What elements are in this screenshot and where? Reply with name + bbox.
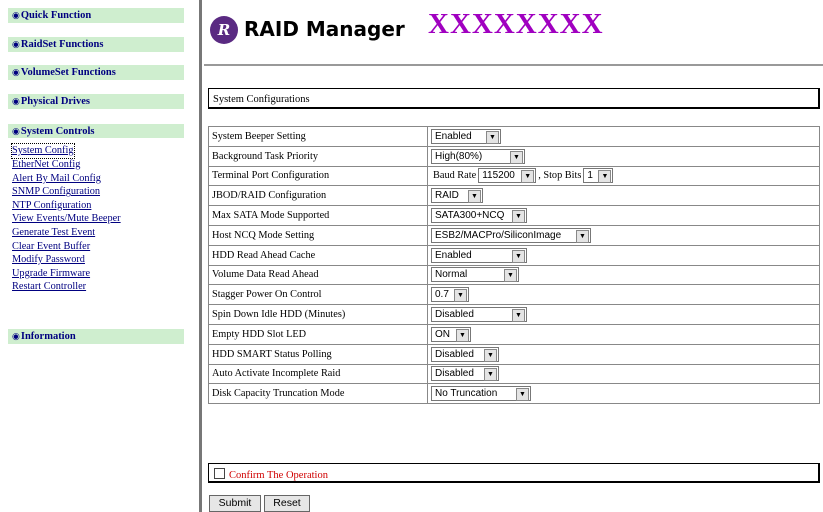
chevron-down-icon: ▼: [504, 269, 517, 283]
menu-system-controls[interactable]: ◉System Controls: [8, 124, 184, 138]
chevron-down-icon: ▼: [454, 289, 467, 303]
menu-label: RaidSet Functions: [20, 39, 104, 50]
setting-label: HDD SMART Status Polling: [208, 343, 428, 365]
stagger-power-select[interactable]: 0.7 ▼: [431, 287, 469, 303]
frame-divider[interactable]: [199, 0, 202, 512]
setting-label: System Beeper Setting: [208, 126, 428, 147]
chevron-down-icon: ▼: [512, 210, 525, 224]
setting-label: Empty HDD Slot LED: [208, 323, 428, 345]
chevron-down-icon: ▼: [486, 130, 499, 144]
link-clear-event-buffer[interactable]: Clear Event Buffer: [12, 240, 192, 254]
table-row: Host NCQ Mode Setting ESB2/MACPro/Silico…: [208, 224, 820, 246]
read-ahead-cache-select[interactable]: Enabled ▼: [431, 247, 527, 263]
link-alert-by-mail-config[interactable]: Alert By Mail Config: [12, 172, 192, 186]
baud-rate-label: Baud Rate: [433, 170, 477, 182]
setting-label: Volume Data Read Ahead: [208, 264, 428, 286]
table-row: JBOD/RAID Configuration RAID ▼: [208, 185, 820, 207]
table-row: Disk Capacity Truncation Mode No Truncat…: [208, 383, 820, 405]
baud-rate-select[interactable]: 115200 ▼: [478, 168, 537, 184]
table-row: Auto Activate Incomplete Raid Disabled ▼: [208, 363, 820, 385]
setting-label: Max SATA Mode Supported: [208, 205, 428, 226]
table-row: Terminal Port Configuration Baud Rate 115…: [208, 165, 820, 187]
table-row: Background Task Priority High(80%) ▼: [208, 145, 820, 167]
setting-label: JBOD/RAID Configuration: [208, 185, 428, 207]
setting-label: Disk Capacity Truncation Mode: [208, 383, 428, 405]
menu-label: System Controls: [20, 126, 95, 137]
sata-mode-select[interactable]: SATA300+NCQ ▼: [431, 208, 527, 224]
model-name: XXXXXXXX: [428, 8, 604, 40]
beeper-select[interactable]: Enabled ▼: [431, 128, 501, 144]
truncation-mode-select[interactable]: No Truncation ▼: [431, 386, 531, 402]
section-title: System Configurations: [208, 88, 820, 109]
link-ethernet-config[interactable]: EtherNet Config: [12, 158, 192, 172]
chevron-down-icon: ▼: [484, 348, 497, 362]
chevron-down-icon: ▼: [521, 170, 535, 184]
confirm-label: Confirm The Operation: [229, 470, 328, 481]
link-ntp-configuration[interactable]: NTP Configuration: [12, 199, 192, 213]
table-row: Volume Data Read Ahead Normal ▼: [208, 264, 820, 286]
menu-volumeset-functions[interactable]: ◉VolumeSet Functions: [8, 65, 184, 80]
smart-polling-select[interactable]: Disabled ▼: [431, 346, 499, 362]
table-row: HDD Read Ahead Cache Enabled ▼: [208, 244, 820, 266]
table-row: Spin Down Idle HDD (Minutes) Disabled ▼: [208, 304, 820, 325]
chevron-down-icon: ▼: [576, 229, 589, 243]
sidebar: ◉Quick Function ◉RaidSet Functions ◉Volu…: [0, 0, 199, 512]
setting-label: HDD Read Ahead Cache: [208, 244, 428, 266]
header-divider: [204, 64, 823, 66]
chevron-down-icon: ▼: [456, 328, 469, 342]
chevron-down-icon: ▼: [516, 388, 529, 402]
link-system-config[interactable]: System Config: [11, 143, 75, 159]
link-generate-test-event[interactable]: Generate Test Event: [12, 226, 192, 240]
table-row: Stagger Power On Control 0.7 ▼: [208, 284, 820, 306]
link-modify-password[interactable]: Modify Password: [12, 253, 192, 267]
setting-label: Background Task Priority: [208, 145, 428, 167]
jbod-raid-select[interactable]: RAID ▼: [431, 188, 483, 204]
system-config-table: System Beeper Setting Enabled ▼ Backgroun…: [208, 126, 820, 405]
link-upgrade-firmware[interactable]: Upgrade Firmware: [12, 267, 192, 281]
menu-physical-drives[interactable]: ◉Physical Drives: [8, 94, 184, 109]
menu-raidset-functions[interactable]: ◉RaidSet Functions: [8, 37, 184, 52]
setting-label: Terminal Port Configuration: [208, 165, 428, 187]
submit-button[interactable]: Submit: [209, 495, 261, 512]
chevron-down-icon: ▼: [512, 249, 525, 263]
chevron-down-icon: ▼: [510, 150, 523, 164]
setting-label: Host NCQ Mode Setting: [208, 224, 428, 246]
link-snmp-configuration[interactable]: SNMP Configuration: [12, 185, 192, 199]
auto-activate-select[interactable]: Disabled ▼: [431, 366, 499, 382]
confirm-row: Confirm The Operation: [208, 463, 820, 483]
slot-led-select[interactable]: ON ▼: [431, 326, 471, 342]
setting-label: Auto Activate Incomplete Raid: [208, 363, 428, 385]
raid-logo-icon: R: [210, 16, 238, 44]
chevron-down-icon: ▼: [598, 170, 612, 184]
reset-button[interactable]: Reset: [264, 495, 310, 512]
chevron-down-icon: ▼: [512, 309, 525, 323]
app-title: RAID Manager: [244, 17, 405, 41]
ncq-mode-select[interactable]: ESB2/MACPro/SiliconImage ▼: [431, 227, 591, 243]
confirm-checkbox[interactable]: [214, 468, 225, 479]
menu-quick-function[interactable]: ◉Quick Function: [8, 8, 184, 23]
spin-down-select[interactable]: Disabled ▼: [431, 307, 527, 323]
link-view-events[interactable]: View Events/Mute Beeper: [12, 212, 192, 226]
volume-read-ahead-select[interactable]: Normal ▼: [431, 267, 519, 283]
task-priority-select[interactable]: High(80%) ▼: [431, 148, 525, 164]
table-row: System Beeper Setting Enabled ▼: [208, 126, 820, 147]
menu-label: Quick Function: [20, 10, 92, 21]
menu-label: Information: [20, 331, 76, 342]
table-row: HDD SMART Status Polling Disabled ▼: [208, 343, 820, 365]
setting-label: Stagger Power On Control: [208, 284, 428, 306]
chevron-down-icon: ▼: [484, 368, 497, 382]
system-controls-submenu: System Config EtherNet Config Alert By M…: [11, 140, 192, 294]
table-row: Empty HDD Slot LED ON ▼: [208, 323, 820, 345]
menu-label: VolumeSet Functions: [20, 67, 116, 78]
menu-information[interactable]: ◉Information: [8, 329, 184, 344]
stop-bits-select[interactable]: 1 ▼: [583, 168, 614, 184]
stop-bits-label: , Stop Bits: [538, 170, 582, 182]
link-restart-controller[interactable]: Restart Controller: [12, 280, 192, 294]
chevron-down-icon: ▼: [468, 190, 481, 204]
table-row: Max SATA Mode Supported SATA300+NCQ ▼: [208, 205, 820, 226]
menu-label: Physical Drives: [20, 96, 90, 107]
setting-label: Spin Down Idle HDD (Minutes): [208, 304, 428, 325]
